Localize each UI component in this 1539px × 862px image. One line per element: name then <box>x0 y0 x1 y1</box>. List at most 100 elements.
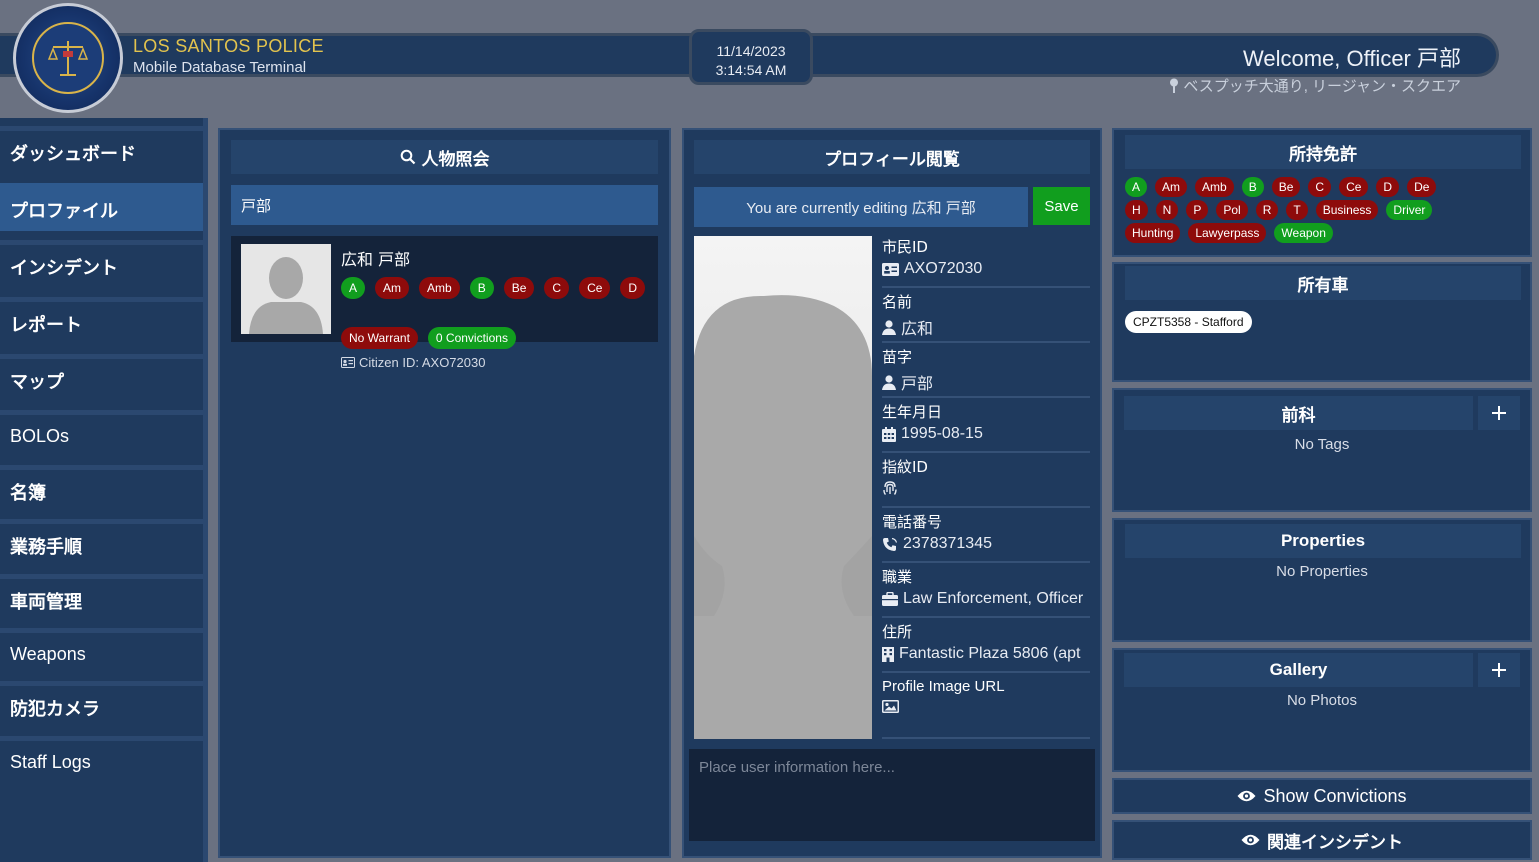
image-icon <box>882 700 899 713</box>
result-license-row: A Am Amb B Be C Ce D <box>341 277 646 299</box>
user-icon <box>882 319 896 335</box>
eye-icon <box>1241 834 1260 846</box>
field-value: 戸部 <box>901 376 934 393</box>
license-chip: Driver <box>1386 200 1433 220</box>
sidebar-item-vehicles[interactable]: 車両管理 <box>0 574 203 622</box>
license-chip: R <box>1255 200 1279 220</box>
gallery-header: Gallery <box>1124 653 1473 687</box>
field-value: Fantastic Plaza 5806 (apt <box>899 645 1081 662</box>
vehicle-item[interactable]: CPZT5358 - Stafford <box>1125 311 1252 333</box>
sidebar-item-profile[interactable]: プロファイル <box>0 183 203 231</box>
field-profile-image-url[interactable]: Profile Image URL <box>882 678 1090 739</box>
field-phone[interactable]: 電話番号 2378371345 <box>882 513 1090 563</box>
field-value: 2378371345 <box>903 535 992 552</box>
location-text: ベスプッチ大通り, リージャン・スクエア <box>1183 78 1461 95</box>
license-chip: Lawyerpass <box>1188 223 1267 243</box>
sidebar-item-label: BOLOs <box>10 426 70 446</box>
app-subtitle: Mobile Database Terminal <box>133 59 307 76</box>
vehicles-header: 所有車 <box>1125 266 1521 300</box>
plus-icon <box>1492 663 1506 677</box>
license-chip: C <box>544 277 570 299</box>
licenses-header: 所持免許 <box>1125 135 1521 169</box>
field-label: 生年月日 <box>882 403 943 421</box>
license-chip: Pol <box>1216 200 1248 220</box>
welcome-block: Welcome, Officer 戸部 ベスプッチ大通り, リージャン・スクエア <box>1169 41 1461 96</box>
sidebar-item-label: レポート <box>10 314 82 336</box>
field-value-row <box>882 480 1090 496</box>
sidebar-item-label: ダッシュボード <box>10 143 136 165</box>
field-label: 指紋ID <box>882 458 928 476</box>
current-time: 3:14:54 AM <box>715 62 787 78</box>
sidebar-item-staff-logs[interactable]: Staff Logs <box>0 736 203 784</box>
sidebar-item-weapons[interactable]: Weapons <box>0 628 203 676</box>
result-avatar <box>241 244 331 334</box>
field-fingerprint[interactable]: 指紋ID <box>882 458 1090 508</box>
search-result-card[interactable]: 広和 戸部 A Am Amb B Be C Ce D No Warrant 0 … <box>231 236 658 349</box>
sidebar-item-label: プロファイル <box>10 200 118 222</box>
license-chip: Am <box>375 277 410 299</box>
sidebar-item-dashboard[interactable]: ダッシュボード <box>0 126 203 174</box>
current-date: 11/14/2023 <box>716 43 786 59</box>
sidebar-item-reports[interactable]: レポート <box>0 297 203 345</box>
license-chip: P <box>1186 200 1209 220</box>
properties-header: Properties <box>1125 524 1521 558</box>
datetime-display: 11/14/2023 3:14:54 AM <box>689 29 813 85</box>
license-chip: D <box>1376 177 1400 197</box>
field-last-name[interactable]: 苗字 戸部 <box>882 348 1090 398</box>
person-search-input[interactable] <box>231 185 658 225</box>
field-label: 電話番号 <box>882 513 943 531</box>
sidebar-item-map[interactable]: マップ <box>0 354 203 402</box>
sidebar-item-sop[interactable]: 業務手順 <box>0 519 203 567</box>
licenses-row-2: H N P Pol R T Business Driver <box>1125 200 1440 220</box>
field-citizen-id[interactable]: 市民ID AXO72030 <box>882 238 1090 288</box>
editing-text: You are currently editing 広和 戸部 <box>746 199 976 217</box>
profile-notes-input[interactable] <box>689 749 1095 841</box>
sidebar-item-bolos[interactable]: BOLOs <box>0 410 203 458</box>
license-chip: Business <box>1315 200 1379 220</box>
field-occupation[interactable]: 職業 Law Enforcement, Officer <box>882 568 1090 618</box>
licenses-row-3: Hunting Lawyerpass Weapon <box>1125 223 1341 243</box>
save-button[interactable]: Save <box>1033 187 1090 225</box>
license-chip: Hunting <box>1125 223 1181 243</box>
result-status-row: No Warrant 0 Convictions <box>341 327 526 349</box>
field-value-row: Fantastic Plaza 5806 (apt <box>882 645 1090 663</box>
lspd-seal-icon <box>13 3 123 113</box>
field-address[interactable]: 住所 Fantastic Plaza 5806 (apt <box>882 623 1090 673</box>
field-label: 職業 <box>882 568 913 586</box>
properties-title: Properties <box>1280 531 1366 550</box>
field-label: Profile Image URL <box>882 678 1005 695</box>
warrant-badge: No Warrant <box>341 327 418 349</box>
sidebar-item-label: 防犯カメラ <box>10 698 100 720</box>
profile-photo[interactable] <box>694 236 872 739</box>
related-incidents-label: 関連インシデント <box>1267 832 1403 853</box>
search-icon <box>400 149 415 165</box>
briefcase-icon <box>882 592 898 606</box>
records-header: 前科 <box>1124 396 1473 430</box>
field-birthdate[interactable]: 生年月日 1995-08-15 <box>882 403 1090 453</box>
field-first-name[interactable]: 名前 広和 <box>882 293 1090 343</box>
sidebar-item-label: Staff Logs <box>10 752 91 772</box>
person-silhouette-icon <box>694 236 872 739</box>
add-photo-button[interactable] <box>1478 653 1520 687</box>
sidebar-item-incidents[interactable]: インシデント <box>0 240 203 288</box>
sidebar-item-roster[interactable]: 名簿 <box>0 465 203 513</box>
show-convictions-button[interactable]: Show Convictions <box>1112 778 1532 814</box>
profile-header: プロフィール閲覧 <box>694 140 1090 174</box>
field-value: Law Enforcement, Officer <box>903 590 1084 607</box>
sidebar-item-label: 業務手順 <box>10 536 82 558</box>
add-tag-button[interactable] <box>1478 396 1520 430</box>
license-chip: Ce <box>579 277 611 299</box>
records-title: 前科 <box>1281 405 1316 426</box>
brand-block: LOS SANTOS POLICE Mobile Database Termin… <box>133 36 324 76</box>
sidebar-item-label: インシデント <box>10 257 118 279</box>
show-convictions-label: Show Convictions <box>1263 785 1407 806</box>
license-chip: Be <box>1271 177 1301 197</box>
field-value: 広和 <box>901 321 934 338</box>
sidebar-item-label: Weapons <box>10 644 86 664</box>
related-incidents-button[interactable]: 関連インシデント <box>1112 820 1532 860</box>
result-citizen-id: Citizen ID: AXO72030 <box>341 355 485 370</box>
fingerprint-icon <box>883 481 897 495</box>
field-value: AXO72030 <box>904 260 983 277</box>
sidebar-item-cameras[interactable]: 防犯カメラ <box>0 681 203 729</box>
license-chip: B <box>469 277 494 299</box>
